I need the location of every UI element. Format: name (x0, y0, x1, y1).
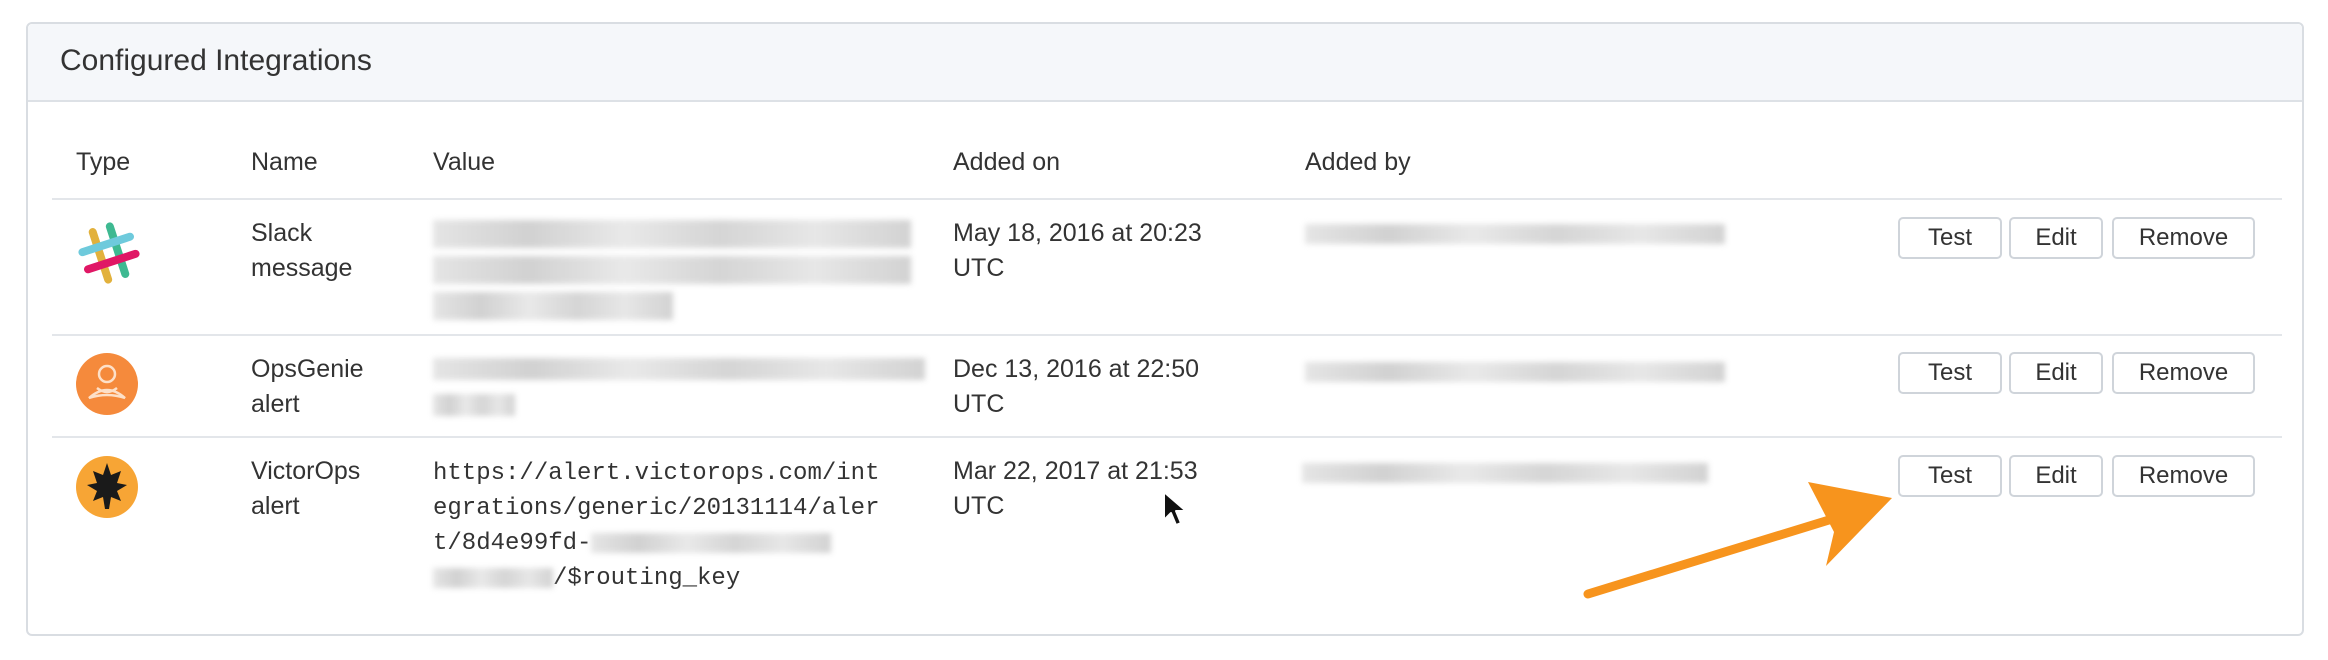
added-on-date: May 18, 2016 at 20:23 (953, 219, 1202, 247)
column-header-type: Type (76, 148, 131, 176)
edit-button[interactable]: Edit (2009, 455, 2103, 497)
url-line: t/8d4e99fd- (433, 526, 879, 561)
redacted-added-by (1302, 463, 1708, 483)
added-on-timezone: UTC (953, 254, 1005, 282)
redacted-value (433, 220, 911, 320)
victorops-icon (76, 456, 138, 518)
column-header-value: Value (433, 148, 496, 176)
edit-button[interactable]: Edit (2009, 217, 2103, 259)
url-line: /$routing_key (433, 561, 879, 596)
url-fragment: t/8d4e99fd- (433, 530, 592, 557)
redacted-value (433, 358, 925, 416)
added-on-date: Dec 13, 2016 at 22:50 (953, 355, 1200, 383)
row-divider (52, 436, 2282, 438)
slack-icon (78, 222, 140, 284)
opsgenie-icon (76, 353, 138, 415)
panel-title: Configured Integrations (60, 44, 372, 77)
redacted-url-part (433, 567, 553, 588)
test-button[interactable]: Test (1898, 455, 2002, 497)
column-header-added-by: Added by (1305, 148, 1411, 176)
header-divider (52, 198, 2282, 200)
added-on-timezone: UTC (953, 492, 1005, 520)
integration-name: Slack message (251, 216, 352, 286)
name-line: alert (251, 492, 300, 520)
added-on: Dec 13, 2016 at 22:50 UTC (953, 352, 1199, 422)
integration-name: OpsGenie alert (251, 352, 364, 422)
added-on-timezone: UTC (953, 390, 1005, 418)
test-button[interactable]: Test (1898, 352, 2002, 394)
name-line: OpsGenie (251, 355, 364, 383)
column-header-added-on: Added on (953, 148, 1061, 176)
url-line: egrations/generic/20131114/aler (433, 495, 880, 522)
name-line: alert (251, 390, 300, 418)
row-divider (52, 334, 2282, 336)
url-fragment: /$routing_key (553, 565, 741, 592)
test-button[interactable]: Test (1898, 217, 2002, 259)
configured-integrations-panel: Configured Integrations (26, 22, 2304, 636)
name-line: message (251, 254, 353, 282)
added-on: Mar 22, 2017 at 21:53 UTC (953, 454, 1198, 524)
panel-header: Configured Integrations (28, 24, 2302, 102)
mouse-cursor-icon (1163, 491, 1187, 526)
added-on-date: Mar 22, 2017 at 21:53 (953, 457, 1198, 485)
redacted-url-part (591, 532, 832, 553)
remove-button[interactable]: Remove (2112, 455, 2255, 497)
remove-button[interactable]: Remove (2112, 217, 2255, 259)
redacted-added-by (1305, 362, 1725, 382)
name-line: Slack (251, 219, 313, 247)
added-on: May 18, 2016 at 20:23 UTC (953, 216, 1202, 286)
url-line: https://alert.victorops.com/int (433, 460, 880, 487)
name-line: VictorOps (251, 457, 361, 485)
remove-button[interactable]: Remove (2112, 352, 2255, 394)
redacted-added-by (1305, 224, 1725, 244)
integration-url: https://alert.victorops.com/int egration… (433, 456, 879, 596)
edit-button[interactable]: Edit (2009, 352, 2103, 394)
column-header-name: Name (251, 148, 318, 176)
integration-name: VictorOps alert (251, 454, 360, 524)
